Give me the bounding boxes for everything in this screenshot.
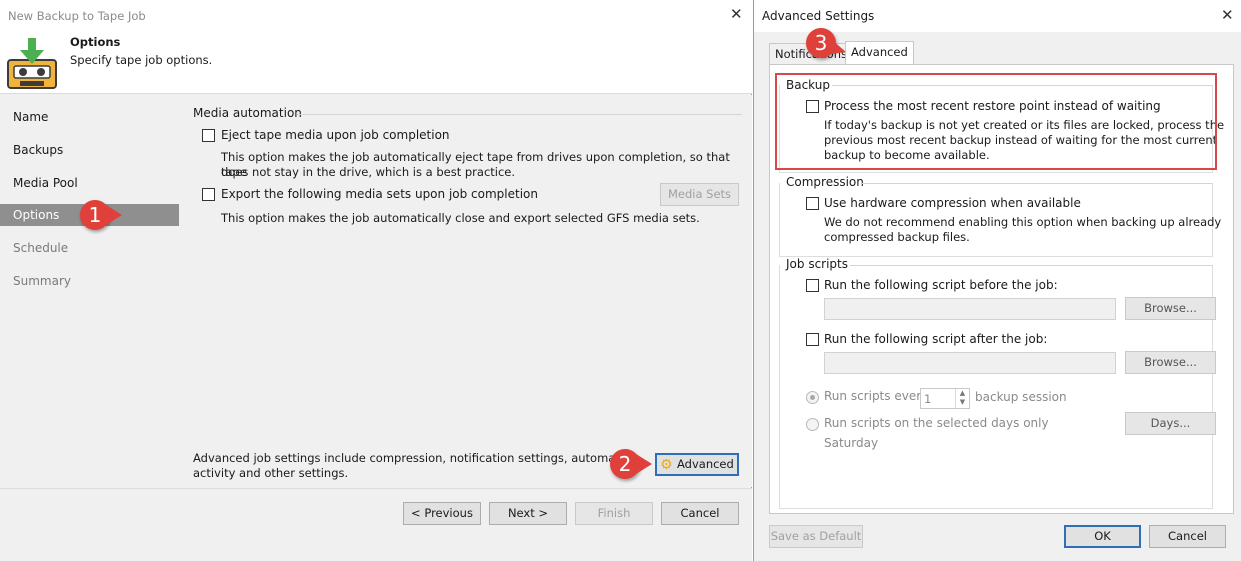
cancel-button[interactable]: Cancel [661, 502, 739, 525]
advanced-dialog-title: Advanced Settings [762, 9, 875, 23]
export-media-desc: This option makes the job automatically … [221, 211, 700, 225]
finish-button[interactable]: Finish [575, 502, 653, 525]
wizard-footer: < Previous Next > Finish Cancel [0, 488, 752, 561]
export-media-checkbox[interactable] [202, 188, 215, 201]
nav-step-name[interactable]: Name [0, 106, 179, 128]
tape-job-logo-icon [7, 38, 57, 89]
hardware-compression-label: Use hardware compression when available [824, 196, 1081, 210]
days-button[interactable]: Days... [1125, 412, 1216, 435]
advanced-hint-1: Advanced job settings include compressio… [193, 451, 613, 465]
script-before-label: Run the following script before the job: [824, 278, 1058, 292]
eject-tape-checkbox[interactable] [202, 129, 215, 142]
advanced-hint-2: activity and other settings. [193, 466, 349, 480]
compression-desc-1: We do not recommend enabling this option… [824, 215, 1222, 229]
stepper-arrows-icon[interactable]: ▲ ▼ [955, 389, 969, 408]
page-subtitle: Specify tape job options. [70, 53, 213, 67]
browse-after-button[interactable]: Browse... [1125, 351, 1216, 374]
group-divider [850, 265, 1213, 266]
wizard-step-nav: Name Backups Media Pool Options Schedule… [0, 95, 179, 487]
wizard-window-title: New Backup to Tape Job [8, 9, 146, 23]
wizard-titlebar: New Backup to Tape Job ✕ [0, 0, 752, 30]
save-as-default-button[interactable]: Save as Default [769, 525, 863, 548]
run-every-radio[interactable] [806, 391, 819, 404]
ok-button[interactable]: OK [1064, 525, 1141, 548]
advanced-tab-panel: Backup Process the most recent restore p… [769, 64, 1234, 514]
group-divider [862, 183, 1213, 184]
callout-3-number: 3 [814, 31, 828, 55]
media-sets-button[interactable]: Media Sets [660, 183, 739, 206]
run-every-stepper[interactable]: 1 ▲ ▼ [920, 388, 970, 409]
advanced-close-icon[interactable]: ✕ [1221, 8, 1234, 23]
advanced-cancel-button[interactable]: Cancel [1149, 525, 1226, 548]
run-every-unit: backup session [975, 390, 1067, 404]
days-value: Saturday [824, 436, 879, 450]
eject-tape-label: Eject tape media upon job completion [221, 128, 450, 142]
hardware-compression-checkbox[interactable] [806, 197, 819, 210]
options-content: Media automation Eject tape media upon j… [181, 95, 752, 487]
advanced-button-label: Advanced [677, 457, 734, 471]
wizard-header: Options Specify tape job options. [0, 30, 752, 94]
callout-1-pointer-icon [106, 205, 122, 225]
callout-2-pointer-icon [636, 454, 652, 474]
run-days-label: Run scripts on the selected days only [824, 416, 1049, 430]
script-after-label: Run the following script after the job: [824, 332, 1048, 346]
tab-advanced[interactable]: Advanced [845, 41, 914, 64]
compression-desc-2: compressed backup files. [824, 230, 970, 244]
media-automation-title: Media automation [193, 106, 302, 120]
new-backup-to-tape-job-window: New Backup to Tape Job ✕ Options Specify… [0, 0, 752, 561]
script-after-checkbox[interactable] [806, 333, 819, 346]
group-divider [297, 114, 742, 115]
advanced-button[interactable]: ⚙ Advanced [655, 453, 739, 476]
previous-button[interactable]: < Previous [403, 502, 481, 525]
browse-before-button[interactable]: Browse... [1125, 297, 1216, 320]
gear-icon: ⚙ [660, 457, 673, 473]
wizard-close-icon[interactable]: ✕ [730, 7, 743, 22]
advanced-settings-dialog: Advanced Settings ✕ Notifications Advanc… [753, 0, 1241, 561]
nav-step-schedule[interactable]: Schedule [0, 237, 179, 259]
script-before-input[interactable] [824, 298, 1116, 320]
advanced-titlebar: Advanced Settings ✕ [754, 0, 1241, 32]
nav-step-backups[interactable]: Backups [0, 139, 179, 161]
eject-tape-desc-2: does not stay in the drive, which is a b… [221, 165, 516, 179]
next-button[interactable]: Next > [489, 502, 567, 525]
script-before-checkbox[interactable] [806, 279, 819, 292]
run-days-radio[interactable] [806, 418, 819, 431]
nav-step-summary[interactable]: Summary [0, 270, 179, 292]
run-every-label: Run scripts every [824, 389, 929, 403]
export-media-label: Export the following media sets upon job… [221, 187, 539, 201]
run-every-value: 1 [924, 392, 932, 406]
callout-2-number: 2 [618, 452, 632, 476]
page-title: Options [70, 35, 121, 49]
script-after-input[interactable] [824, 352, 1116, 374]
callout-1-number: 1 [88, 203, 102, 227]
nav-step-media-pool[interactable]: Media Pool [0, 172, 179, 194]
backup-highlight-box [775, 73, 1217, 170]
